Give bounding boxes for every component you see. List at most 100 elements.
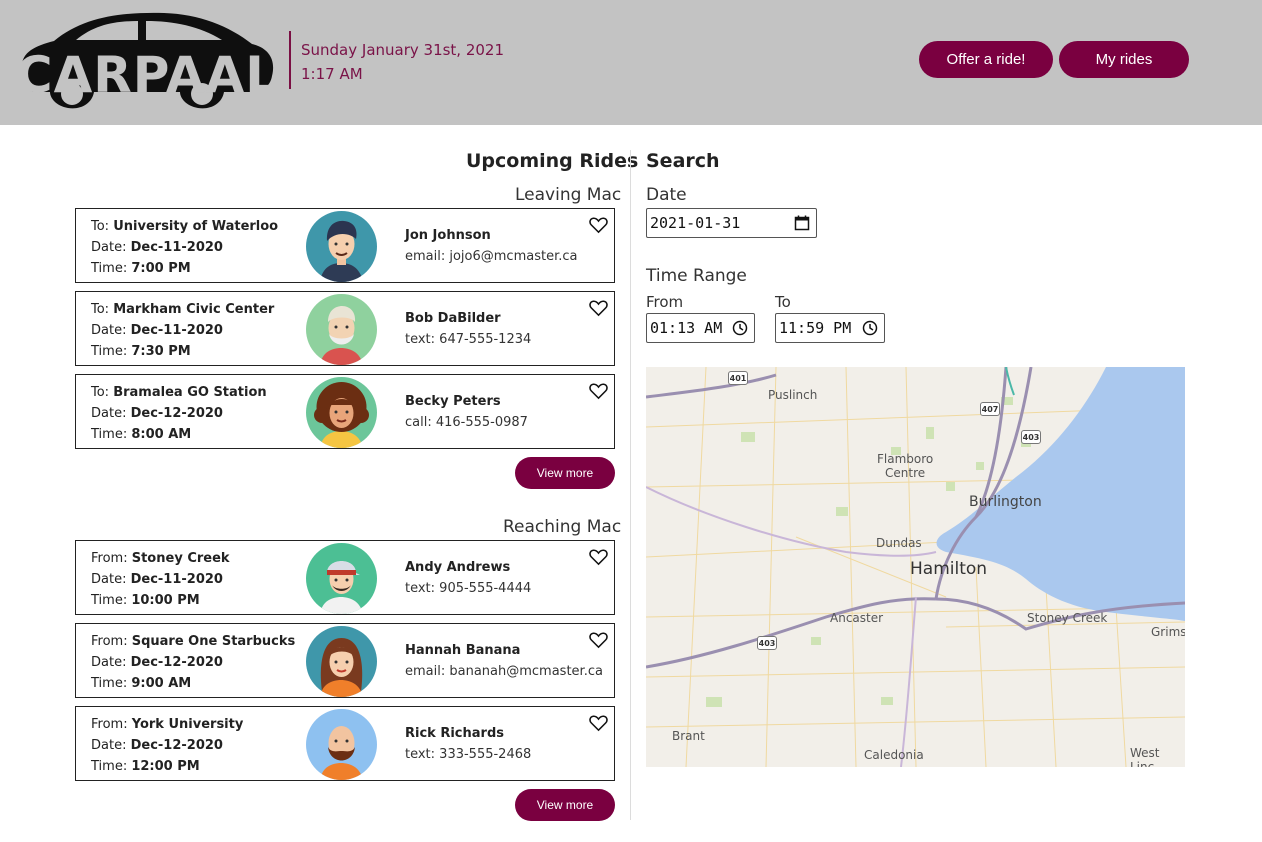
- clock-icon[interactable]: [862, 320, 878, 336]
- ride-card[interactable]: To: Bramalea GO Station Date: Dec-12-202…: [75, 374, 615, 449]
- ride-origin: York University: [131, 717, 244, 732]
- highway-403-shield: 403: [757, 636, 777, 650]
- avatar-bob-dabilder: [306, 294, 377, 365]
- leaving-mac-title: Leaving Mac: [515, 185, 622, 205]
- ride-direction-label: To:: [91, 385, 110, 400]
- highway-407-shield: 407: [980, 402, 1000, 416]
- avatar-hannah-banana: [306, 626, 377, 697]
- to-label: To: [775, 293, 791, 311]
- my-rides-button[interactable]: My rides: [1059, 41, 1189, 78]
- driver-name: Andy Andrews: [405, 560, 511, 575]
- ride-date: Dec-12-2020: [130, 738, 223, 753]
- highway-403-shield: 403: [1021, 430, 1041, 444]
- calendar-icon[interactable]: [794, 215, 810, 231]
- map-label-dundas: Dundas: [876, 536, 922, 550]
- map-label-puslinch: Puslinch: [768, 388, 818, 402]
- ride-date-label: Date:: [91, 240, 127, 255]
- ride-time: 7:30 PM: [131, 344, 191, 359]
- ride-date-label: Date:: [91, 655, 127, 670]
- map-label-ancaster: Ancaster: [830, 611, 884, 625]
- from-time-input[interactable]: 01:13 AM: [646, 313, 755, 343]
- offer-ride-button[interactable]: Offer a ride!: [919, 41, 1053, 78]
- ride-time-label: Time:: [91, 261, 128, 276]
- current-time: 1:17 AM: [301, 65, 363, 83]
- date-input[interactable]: 2021-01-31: [646, 208, 817, 238]
- driver-name: Rick Richards: [405, 726, 504, 741]
- ride-time-label: Time:: [91, 676, 128, 691]
- driver-name: Hannah Banana: [405, 643, 521, 658]
- ride-date: Dec-11-2020: [130, 572, 223, 587]
- favorite-heart-icon[interactable]: [589, 382, 608, 400]
- favorite-heart-icon[interactable]: [589, 631, 608, 649]
- ride-card[interactable]: To: Markham Civic Center Date: Dec-11-20…: [75, 291, 615, 366]
- favorite-heart-icon[interactable]: [589, 299, 608, 317]
- ride-destination: Bramalea GO Station: [113, 385, 267, 400]
- favorite-heart-icon[interactable]: [589, 714, 608, 732]
- ride-origin: Square One Starbucks: [131, 634, 296, 649]
- driver-contact: call: 416-555-0987: [405, 415, 528, 430]
- date-input-value: 2021-01-31: [650, 214, 741, 232]
- time-range-label: Time Range: [646, 266, 747, 286]
- ride-info: To: University of Waterloo Date: Dec-11-…: [91, 216, 278, 279]
- ride-date: Dec-11-2020: [130, 323, 223, 338]
- clock-icon[interactable]: [732, 320, 748, 336]
- ride-date-label: Date:: [91, 406, 127, 421]
- map-label-west-linc: West Linc: [1130, 746, 1160, 767]
- ride-card[interactable]: From: Square One Starbucks Date: Dec-12-…: [75, 623, 615, 698]
- driver-name: Jon Johnson: [405, 228, 491, 243]
- ride-date: Dec-12-2020: [130, 655, 223, 670]
- driver-contact: email: bananah@mcmaster.ca: [405, 664, 603, 679]
- avatar-andy-andrews: [306, 543, 377, 614]
- ride-time-label: Time:: [91, 593, 128, 608]
- ride-date-label: Date:: [91, 738, 127, 753]
- header-divider: [289, 31, 291, 89]
- map-label-hamilton: Hamilton: [910, 559, 988, 579]
- ride-destination: University of Waterloo: [113, 219, 279, 234]
- date-label: Date: [646, 185, 687, 205]
- highway-401-shield: 401: [728, 371, 748, 385]
- from-label: From: [646, 293, 684, 311]
- map-label-grims: Grims: [1151, 625, 1185, 639]
- ride-info: From: York University Date: Dec-12-2020 …: [91, 714, 243, 777]
- ride-info: From: Stoney Creek Date: Dec-11-2020 Tim…: [91, 548, 230, 611]
- driver-contact: email: jojo6@mcmaster.ca: [405, 249, 578, 264]
- map-label-centre: Centre: [885, 466, 926, 480]
- carpaal-logo[interactable]: CARPAAL: [14, 8, 277, 112]
- view-more-leaving-button[interactable]: View more: [515, 457, 615, 489]
- driver-contact: text: 333-555-2468: [405, 747, 532, 762]
- ride-date-label: Date:: [91, 323, 127, 338]
- ride-direction-label: From:: [91, 634, 128, 649]
- ride-date: Dec-12-2020: [130, 406, 223, 421]
- ride-card[interactable]: From: York University Date: Dec-12-2020 …: [75, 706, 615, 781]
- ride-direction-label: From:: [91, 717, 128, 732]
- column-divider: [630, 150, 631, 820]
- ride-info: From: Square One Starbucks Date: Dec-12-…: [91, 631, 295, 694]
- ride-time: 10:00 PM: [131, 593, 200, 608]
- favorite-heart-icon[interactable]: [589, 548, 608, 566]
- view-more-reaching-button[interactable]: View more: [515, 789, 615, 821]
- hamilton-map[interactable]: Puslinch Flamboro Centre Burlington Dund…: [646, 367, 1185, 767]
- ride-time-label: Time:: [91, 344, 128, 359]
- ride-time-label: Time:: [91, 759, 128, 774]
- from-time-value: 01:13 AM: [650, 319, 723, 337]
- ride-direction-label: To:: [91, 219, 110, 234]
- upcoming-rides-title: Upcoming Rides: [466, 150, 639, 172]
- map-label-burlington: Burlington: [969, 494, 1042, 510]
- driver-contact: text: 905-555-4444: [405, 581, 532, 596]
- map-label-caledonia: Caledonia: [864, 748, 924, 762]
- map-label-flamboro: Flamboro: [877, 452, 934, 466]
- search-title: Search: [646, 150, 720, 172]
- ride-card[interactable]: From: Stoney Creek Date: Dec-11-2020 Tim…: [75, 540, 615, 615]
- favorite-heart-icon[interactable]: [589, 216, 608, 234]
- to-time-input[interactable]: 11:59 PM: [775, 313, 885, 343]
- ride-origin: Stoney Creek: [131, 551, 230, 566]
- ride-time-label: Time:: [91, 427, 128, 442]
- logo-text: CARPAAL: [16, 46, 276, 104]
- ride-date-label: Date:: [91, 572, 127, 587]
- ride-time: 12:00 PM: [131, 759, 200, 774]
- map-label-brant: Brant: [672, 729, 705, 743]
- ride-card[interactable]: To: University of Waterloo Date: Dec-11-…: [75, 208, 615, 283]
- ride-info: To: Markham Civic Center Date: Dec-11-20…: [91, 299, 274, 362]
- avatar-rick-richards: [306, 709, 377, 780]
- reaching-mac-title: Reaching Mac: [503, 517, 622, 537]
